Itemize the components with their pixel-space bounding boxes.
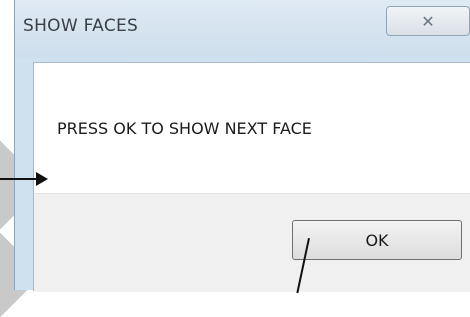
title-bar: SHOW FACES ✕ <box>15 0 470 58</box>
dialog-message: PRESS OK TO SHOW NEXT FACE <box>57 119 312 138</box>
annotation-arrow-head <box>36 172 48 186</box>
ok-button[interactable]: OK <box>292 220 462 260</box>
dialog-title: SHOW FACES <box>23 16 139 36</box>
close-button[interactable]: ✕ <box>386 6 470 36</box>
dialog-body: PRESS OK TO SHOW NEXT FACE OK <box>33 62 470 292</box>
button-bar: OK <box>34 193 470 292</box>
message-dialog: SHOW FACES ✕ PRESS OK TO SHOW NEXT FACE … <box>14 0 470 292</box>
annotation-arrow <box>0 178 38 180</box>
message-area: PRESS OK TO SHOW NEXT FACE <box>34 63 470 193</box>
close-x-icon: ✕ <box>421 11 435 31</box>
